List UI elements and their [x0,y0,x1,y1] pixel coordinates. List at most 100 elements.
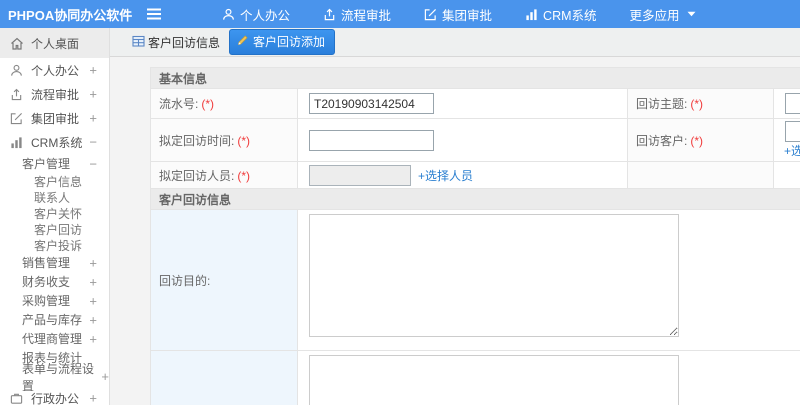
tab-return-visit-info[interactable]: 客户回访信息 [132,34,220,51]
menu-item-label: CRM系统 [543,8,597,23]
sidebar-item-form-workflow-settings[interactable]: 表单与流程设置 + [0,362,109,393]
sidebar-item-label: 产品与库存 [22,313,83,327]
expand-icon[interactable]: + [101,369,109,384]
expand-icon[interactable]: + [89,391,97,405]
pencil-icon [237,34,249,49]
menu-item-crm-system[interactable]: CRM系统 [525,5,597,24]
edit-square-icon [10,111,24,125]
required-mark: (*) [690,133,704,148]
planned-time-input[interactable] [309,129,434,151]
visit-purpose-cell [296,209,800,351]
serial-number-label: 流水号: (*) [150,88,298,119]
visit-subject-input[interactable] [785,93,800,114]
sidebar-item-personal-office[interactable]: 个人办公 + [0,58,109,82]
expand-icon[interactable]: + [89,111,97,126]
return-visit-form: 基本信息 流水号:(*) 回访主题:(*) [149,67,800,405]
bar-chart-icon [10,135,24,149]
planned-staff-cell: +选择人员 [297,161,628,189]
tab-label: 客户回访信息 [148,35,221,50]
menu-item-label: 更多应用 [629,8,680,23]
visit-result-cell [296,350,800,405]
serial-number-cell [297,88,628,119]
empty-cell [772,161,800,189]
required-mark: (*) [237,133,251,148]
sidebar-item-label: 客户管理 [22,157,71,171]
expand-icon[interactable]: + [89,331,97,346]
sidebar-item-label: 客户回访 [34,222,83,237]
expand-icon[interactable]: + [89,293,97,308]
menu-item-label: 集团审批 [442,8,493,23]
visit-purpose-textarea[interactable] [309,214,679,337]
sidebar-item-contacts[interactable]: 联系人 [0,189,109,205]
edit-square-icon [424,8,437,21]
visit-result-label: 回访结果描述: [150,350,298,405]
sidebar-item-label: 个人办公 [31,63,80,78]
table-icon [132,35,145,50]
sidebar-item-label: 联系人 [34,190,71,205]
required-mark: (*) [690,97,704,111]
sidebar-item-crm-system[interactable]: CRM系统 − [0,130,109,154]
sidebar-item-finance[interactable]: 财务收支 + [0,272,109,291]
tab-label: 客户回访添加 [253,35,326,49]
planned-time-label: 拟定回访时间: (*) [150,118,298,162]
top-menu: 个人办公 流程审批 集团审批 CRM系统 更多应用 [222,5,729,24]
sidebar-item-customer-care[interactable]: 客户关怀 [0,205,109,221]
sidebar-item-administrative-office[interactable]: 行政办公 + [0,386,109,405]
sidebar-item-label: 集团审批 [31,111,80,126]
top-navigation-bar: PHPOA协同办公软件 个人办公 流程审批 集团审批 CRM系统 更多应用 [0,0,800,28]
menu-item-group-approval[interactable]: 集团审批 [424,5,492,24]
menu-item-label: 个人办公 [240,8,291,23]
caret-down-icon [687,11,696,17]
select-company-link[interactable]: +选择企业 [784,142,800,159]
visit-result-textarea[interactable] [309,355,679,405]
expand-icon[interactable]: + [89,274,97,289]
serial-number-input[interactable] [309,93,434,114]
required-mark: (*) [237,168,251,183]
sidebar-item-label: 代理商管理 [22,332,83,346]
sidebar-item-label: CRM系统 [31,135,83,150]
sidebar-item-label: 个人桌面 [31,36,80,51]
sidebar-item-customer-complaint[interactable]: 客户投诉 [0,237,109,253]
expand-icon[interactable]: + [89,255,97,270]
sidebar-item-products-inventory[interactable]: 产品与库存 + [0,310,109,329]
sidebar-item-customer-return-visit[interactable]: 客户回访 [0,221,109,237]
user-icon [222,8,235,21]
briefcase-icon [10,391,24,405]
visit-customer-label: 回访客户: (*) [627,118,774,162]
sidebar-item-sales-management[interactable]: 销售管理 + [0,253,109,272]
visit-subject-cell [772,88,800,119]
user-icon [10,63,24,77]
visit-customer-input[interactable] [785,121,800,142]
sidebar-item-label: 销售管理 [22,256,71,270]
sidebar-item-customer-info[interactable]: 客户信息 [0,173,109,189]
expand-icon[interactable]: + [89,87,97,102]
expand-icon[interactable]: + [89,312,97,327]
sidebar-item-label: 财务收支 [22,275,71,289]
collapse-icon[interactable]: − [89,135,97,150]
sidebar-item-group-approval[interactable]: 集团审批 + [0,106,109,130]
visit-customer-cell: +选择企业 [772,118,800,162]
menu-item-workflow-approval[interactable]: 流程审批 [323,5,391,24]
planned-staff-input[interactable] [309,164,411,186]
visit-purpose-label: 回访目的: [150,209,298,351]
sidebar-item-customer-management[interactable]: 客户管理 − [0,154,109,173]
collapse-icon[interactable]: − [89,156,97,171]
sidebar-item-workflow-approval[interactable]: 流程审批 + [0,82,109,106]
section-header-basic-info: 基本信息 [149,67,800,89]
planned-staff-label: 拟定回访人员: (*) [150,161,298,189]
sidebar-item-purchasing[interactable]: 采购管理 + [0,291,109,310]
hamburger-menu-icon[interactable] [146,5,164,23]
tab-return-visit-add[interactable]: 客户回访添加 [229,29,336,55]
section-header-return-visit-info: 客户回访信息 [149,188,800,210]
empty-label-cell [627,161,774,189]
menu-item-more-apps[interactable]: 更多应用 [630,5,696,24]
flow-icon [323,8,336,21]
sidebar-item-agent-management[interactable]: 代理商管理 + [0,329,109,348]
expand-icon[interactable]: + [89,63,97,78]
menu-item-personal-office[interactable]: 个人办公 [222,5,290,24]
required-mark: (*) [201,97,215,111]
sidebar-item-personal-desktop[interactable]: 个人桌面 [0,28,109,58]
select-staff-link[interactable]: +选择人员 [418,167,473,184]
sidebar-item-label: 流程审批 [31,87,80,102]
app-title: PHPOA协同办公软件 [8,7,133,23]
